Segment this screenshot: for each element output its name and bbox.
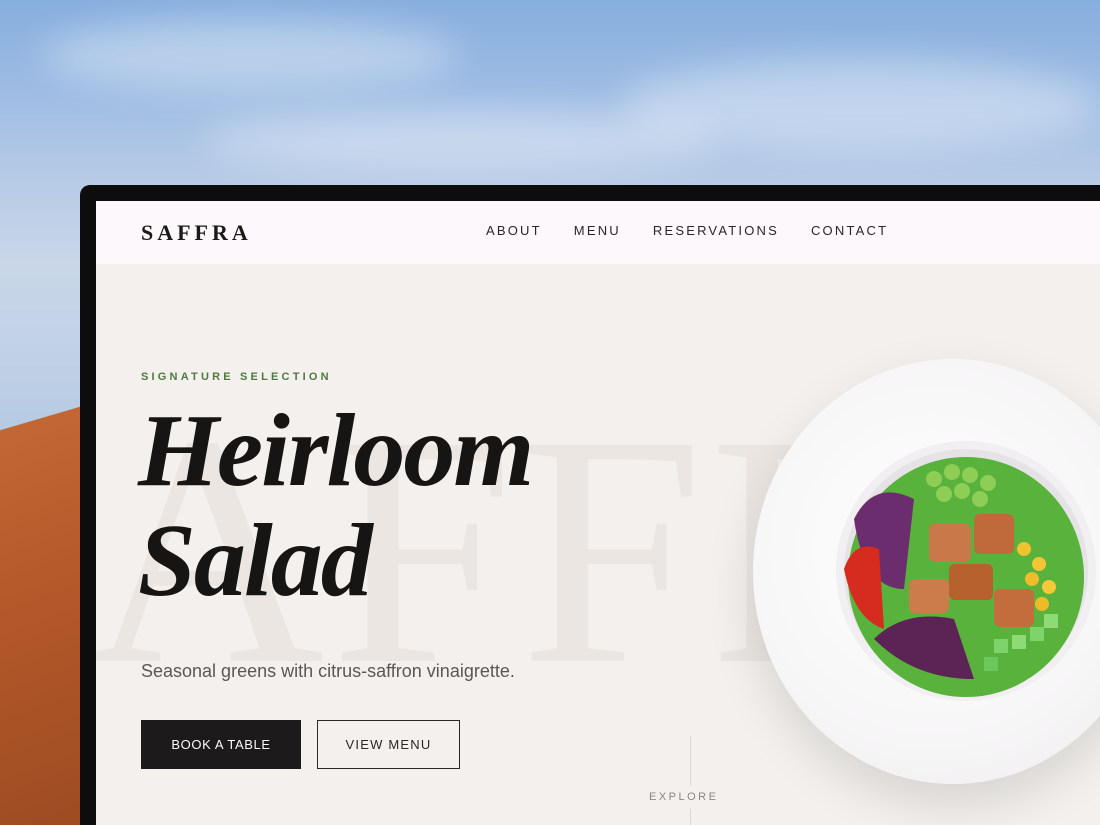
top-navigation: SAFFRA ABOUT MENU RESERVATIONS CONTACT: [96, 201, 1100, 264]
hero-title-line2: Salad: [138, 503, 373, 618]
view-menu-button[interactable]: VIEW MENU: [317, 720, 460, 769]
hero-subtitle: Seasonal greens with citrus-saffron vina…: [141, 661, 515, 681]
nav-menu[interactable]: MENU: [574, 223, 621, 238]
nav-contact[interactable]: CONTACT: [811, 223, 888, 238]
cloud: [200, 110, 720, 170]
book-table-button[interactable]: BOOK A TABLE: [141, 720, 301, 769]
website-screen: AFFRA SAFFRA ABOUT MENU RESERVATIONS CON…: [96, 201, 1100, 825]
hero-title: Heirloom Salad: [138, 393, 534, 618]
explore-link[interactable]: EXPLORE: [649, 791, 718, 803]
nav-reservations[interactable]: RESERVATIONS: [653, 223, 779, 238]
cloud: [40, 20, 460, 90]
explore-divider: [690, 809, 691, 825]
nav-links: ABOUT MENU RESERVATIONS CONTACT: [486, 223, 888, 238]
explore-divider: [690, 736, 691, 786]
nav-about[interactable]: ABOUT: [486, 223, 542, 238]
brand-logo[interactable]: SAFFRA: [141, 220, 252, 246]
salad-bowl-image: [836, 441, 1096, 701]
hero-eyebrow: SIGNATURE SELECTION: [141, 371, 332, 383]
hero-title-line1: Heirloom: [138, 393, 534, 508]
